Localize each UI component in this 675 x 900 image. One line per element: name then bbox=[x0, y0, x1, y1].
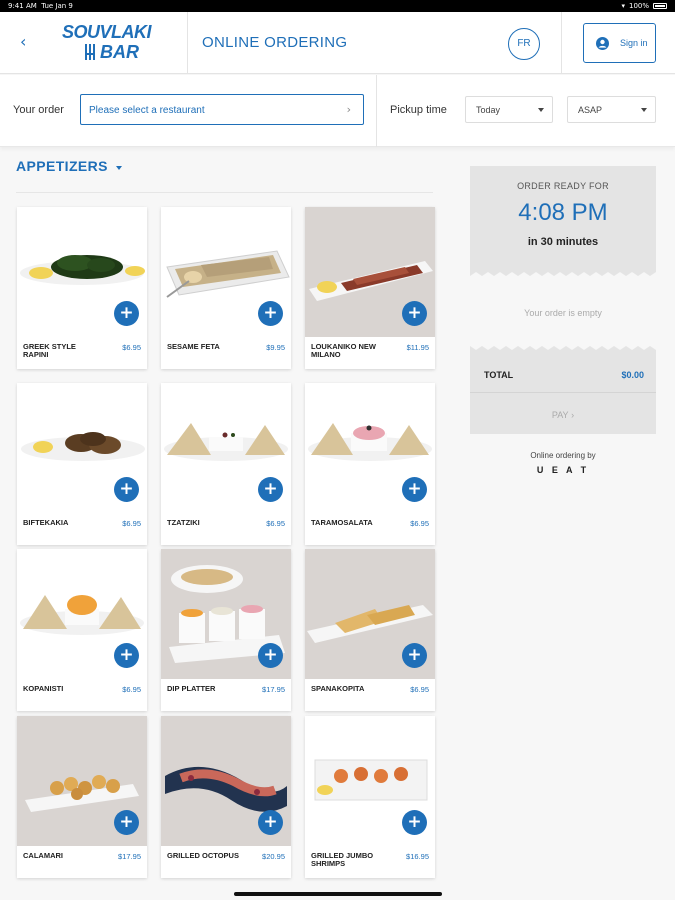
powered-by-text: Online ordering by bbox=[530, 451, 596, 460]
order-total-box: TOTAL $0.00 PAY › bbox=[470, 352, 656, 434]
menu-item-price: $16.95 bbox=[406, 852, 429, 861]
menu-item-card[interactable]: + GRILLED OCTOPUS $20.95 bbox=[161, 716, 291, 878]
pickup-time-value: ASAP bbox=[578, 105, 603, 115]
menu-item-name: GRILLED JUMBO SHRIMPS bbox=[311, 851, 374, 868]
menu-item-price: $6.95 bbox=[122, 519, 141, 528]
menu-item-name: CALAMARI bbox=[23, 851, 63, 860]
header-divider bbox=[187, 12, 188, 74]
add-to-order-button[interactable]: + bbox=[258, 810, 283, 835]
menu-item-card[interactable]: + LOUKANIKO NEW MILANO $11.95 bbox=[305, 207, 435, 369]
add-to-order-button[interactable]: + bbox=[258, 301, 283, 326]
add-to-order-button[interactable]: + bbox=[114, 301, 139, 326]
sign-in-button[interactable]: Sign in bbox=[583, 23, 656, 63]
pickup-time-select[interactable]: ASAP bbox=[567, 96, 656, 123]
empty-order-text: Your order is empty bbox=[524, 308, 602, 318]
page-title: ONLINE ORDERING bbox=[202, 34, 348, 51]
menu-item-name: BIFTEKAKIA bbox=[23, 518, 69, 527]
menu-item-card[interactable]: + GRILLED JUMBO SHRIMPS $16.95 bbox=[305, 716, 435, 878]
menu-item-price: $17.95 bbox=[118, 852, 141, 861]
menu-item-name: DIP PLATTER bbox=[167, 684, 216, 693]
add-to-order-button[interactable]: + bbox=[402, 301, 427, 326]
logo-text-line2: BAR bbox=[100, 42, 139, 62]
menu-item-price: $9.95 bbox=[266, 343, 285, 352]
your-order-label: Your order bbox=[13, 104, 64, 116]
menu-item-name: TARAMOSALATA bbox=[311, 518, 373, 527]
menu-item-name: GRILLED OCTOPUS bbox=[167, 851, 239, 860]
caret-down-icon bbox=[641, 108, 647, 112]
order-bar-divider bbox=[376, 75, 377, 147]
logo-text-line1: SOUVLAKI bbox=[62, 22, 152, 42]
language-toggle-button[interactable]: FR bbox=[508, 28, 540, 60]
menu-item-card[interactable]: + TZATZIKI $6.95 bbox=[161, 383, 291, 545]
add-to-order-button[interactable]: + bbox=[114, 810, 139, 835]
pay-button[interactable]: PAY › bbox=[470, 410, 656, 420]
order-ready-box: ORDER READY FOR 4:08 PM in 30 minutes bbox=[470, 166, 656, 270]
section-divider bbox=[16, 192, 433, 193]
add-to-order-button[interactable]: + bbox=[258, 643, 283, 668]
menu-item-card[interactable]: + SESAME FETA $9.95 bbox=[161, 207, 291, 369]
menu-item-card[interactable]: + SPANAKOPITA $6.95 bbox=[305, 549, 435, 711]
chevron-right-icon: › bbox=[346, 103, 351, 116]
receipt-edge bbox=[470, 270, 656, 276]
add-to-order-button[interactable]: + bbox=[402, 810, 427, 835]
add-to-order-button[interactable]: + bbox=[402, 477, 427, 502]
status-time: 9:41 AM Tue Jan 9 bbox=[8, 2, 73, 10]
brand-logo[interactable]: SOUVLAKI BAR bbox=[58, 22, 168, 64]
order-ready-eta: in 30 minutes bbox=[527, 236, 599, 248]
menu-item-card[interactable]: + BIFTEKAKIA $6.95 bbox=[17, 383, 147, 545]
battery-icon bbox=[653, 3, 667, 9]
add-to-order-button[interactable]: + bbox=[114, 643, 139, 668]
menu-item-card[interactable]: + TARAMOSALATA $6.95 bbox=[305, 383, 435, 545]
pickup-day-select[interactable]: Today bbox=[465, 96, 553, 123]
category-heading[interactable]: APPETIZERS bbox=[16, 158, 108, 174]
menu-item-name: KOPANISTI bbox=[23, 684, 64, 693]
app-header: ‹ SOUVLAKI BAR ONLINE ORDERING FR Sign i… bbox=[0, 12, 675, 74]
restaurant-select[interactable]: Please select a restaurant › bbox=[80, 94, 364, 125]
order-ready-time: 4:08 PM bbox=[518, 199, 608, 226]
ueat-logo[interactable]: U E A T bbox=[470, 465, 656, 475]
menu-item-price: $20.95 bbox=[262, 852, 285, 861]
total-label: TOTAL bbox=[484, 370, 514, 380]
menu-item-card[interactable]: + KOPANISTI $6.95 bbox=[17, 549, 147, 711]
header-divider bbox=[561, 12, 562, 74]
menu-item-name: SESAME FETA bbox=[167, 342, 220, 351]
total-value: $0.00 bbox=[621, 370, 644, 380]
menu-item-price: $6.95 bbox=[122, 343, 141, 352]
user-icon bbox=[596, 37, 609, 50]
pay-label: PAY bbox=[551, 410, 569, 420]
home-indicator[interactable] bbox=[234, 892, 442, 896]
menu-item-price: $17.95 bbox=[262, 685, 285, 694]
menu-item-name: GREEK STYLE RAPINI bbox=[23, 342, 76, 359]
status-icons: ▾ 100% bbox=[621, 2, 667, 10]
pickup-day-value: Today bbox=[476, 105, 501, 115]
order-ready-label: ORDER READY FOR bbox=[517, 181, 609, 191]
status-bar: 9:41 AM Tue Jan 9 ▾ 100% bbox=[0, 0, 675, 12]
sign-in-label: Sign in bbox=[620, 38, 648, 48]
menu-item-name: TZATZIKI bbox=[167, 518, 200, 527]
battery-level: 100% bbox=[628, 2, 649, 10]
menu-item-card[interactable]: + GREEK STYLE RAPINI $6.95 bbox=[17, 207, 147, 369]
caret-down-icon[interactable] bbox=[116, 166, 122, 170]
back-chevron-icon[interactable]: ‹ bbox=[20, 32, 36, 52]
menu-item-name: LOUKANIKO NEW MILANO bbox=[311, 342, 376, 359]
menu-item-price: $6.95 bbox=[410, 685, 429, 694]
menu-item-name: SPANAKOPITA bbox=[311, 684, 365, 693]
menu-item-card[interactable]: + DIP PLATTER $17.95 bbox=[161, 549, 291, 711]
wifi-icon: ▾ bbox=[621, 2, 625, 10]
menu-item-card[interactable]: + CALAMARI $17.95 bbox=[17, 716, 147, 878]
menu-item-price: $11.95 bbox=[406, 343, 429, 352]
caret-down-icon bbox=[538, 108, 544, 112]
menu-item-price: $6.95 bbox=[266, 519, 285, 528]
menu-item-price: $6.95 bbox=[122, 685, 141, 694]
add-to-order-button[interactable]: + bbox=[402, 643, 427, 668]
restaurant-select-placeholder: Please select a restaurant bbox=[89, 105, 205, 116]
total-divider bbox=[470, 392, 656, 393]
chevron-right-icon: › bbox=[571, 410, 575, 420]
add-to-order-button[interactable]: + bbox=[258, 477, 283, 502]
pickup-time-label: Pickup time bbox=[390, 104, 447, 116]
menu-item-price: $6.95 bbox=[410, 519, 429, 528]
add-to-order-button[interactable]: + bbox=[114, 477, 139, 502]
fork-icon bbox=[85, 44, 95, 60]
